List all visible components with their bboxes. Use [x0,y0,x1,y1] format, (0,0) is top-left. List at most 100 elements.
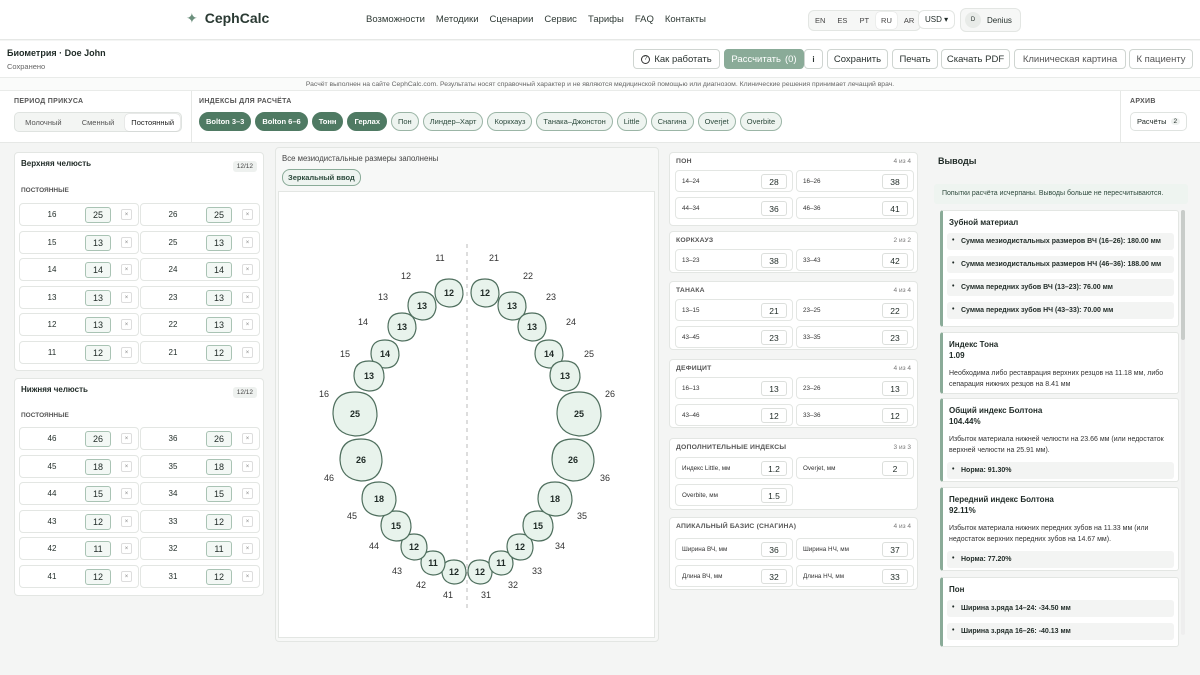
measurement-input[interactable]: 32 [761,569,787,584]
nav-service[interactable]: Сервис [544,14,577,25]
user-menu[interactable]: D Denius [960,8,1021,32]
index-chip[interactable]: Тонн [311,112,344,131]
clear-icon[interactable]: × [121,488,132,500]
clear-icon[interactable]: × [121,236,132,248]
period-permanent[interactable]: Постоянный [125,113,181,131]
nav-scenarios[interactable]: Сценарии [490,14,534,25]
nav-pricing[interactable]: Тарифы [588,14,624,25]
nav-features[interactable]: Возможности [366,14,425,25]
to-patient-button[interactable]: К пациенту [1129,49,1193,69]
tooth-size-input[interactable]: 15 [206,486,232,503]
measurement-input[interactable]: 28 [761,174,787,189]
measurement-input[interactable]: 22 [882,303,908,318]
measurement-input[interactable]: 38 [761,253,787,268]
clear-icon[interactable]: × [121,515,132,527]
clear-icon[interactable]: × [121,571,132,582]
tooth-size-input[interactable]: 12 [85,569,111,585]
nav-faq[interactable]: FAQ [635,14,654,25]
clear-icon[interactable]: × [242,571,253,582]
measurement-input[interactable]: 12 [761,408,787,423]
tooth-size-input[interactable]: 14 [85,262,111,279]
clear-icon[interactable]: × [242,433,253,444]
tooth-size-input[interactable]: 12 [85,345,111,361]
clear-icon[interactable]: × [121,291,132,303]
nav-methods[interactable]: Методики [436,14,479,25]
clear-icon[interactable]: × [242,236,253,248]
index-chip[interactable]: Bolton 3–3 [199,112,252,131]
archive-button[interactable]: Расчёты 2 [1130,112,1188,131]
measurement-input[interactable]: 13 [882,381,908,396]
tooth-size-input[interactable]: 13 [85,234,111,251]
measurement-input[interactable]: 13 [761,381,787,396]
tooth-size-input[interactable]: 13 [85,289,111,306]
measurement-input[interactable]: 21 [761,303,787,318]
clear-icon[interactable]: × [121,264,132,276]
info-button[interactable]: i [804,49,823,69]
measurement-input[interactable]: 1.2 [761,461,787,476]
tooth-size-input[interactable]: 15 [85,486,111,503]
clear-icon[interactable]: × [242,347,253,358]
clinical-picture-button[interactable]: Клиническая картина [1014,49,1126,69]
scrollbar-thumb[interactable] [1181,210,1185,340]
period-deciduous[interactable]: Молочный [16,114,71,131]
index-chip[interactable]: Overjet [697,112,736,131]
tooth-size-input[interactable]: 13 [206,234,232,251]
clear-icon[interactable]: × [242,543,253,555]
tooth-size-input[interactable]: 12 [206,513,232,530]
clear-icon[interactable]: × [242,209,253,220]
tooth-size-input[interactable]: 14 [206,262,232,279]
measurement-input[interactable]: 36 [761,201,787,216]
index-chip[interactable]: Пон [391,112,419,131]
tooth-size-input[interactable]: 12 [206,569,232,585]
calculate-button[interactable]: Рассчитать (0) [724,49,804,69]
tooth-size-input[interactable]: 12 [206,345,232,361]
index-chip[interactable]: Танака–Джонстон [536,112,613,131]
lang-es[interactable]: ES [832,12,852,29]
tooth-size-input[interactable]: 11 [206,541,232,558]
clear-icon[interactable]: × [242,515,253,527]
index-chip[interactable]: Линдер–Харт [422,112,484,131]
measurement-input[interactable]: 36 [761,542,787,557]
clear-icon[interactable]: × [242,264,253,276]
lang-ar[interactable]: AR [899,12,919,29]
tooth-size-input[interactable]: 25 [85,207,111,223]
tooth-size-input[interactable]: 26 [85,431,111,447]
mirror-input-toggle[interactable]: Зеркальный ввод [282,169,361,186]
tooth-size-input[interactable]: 26 [206,431,232,447]
currency-select[interactable]: USD ▾ [918,10,956,29]
tooth-size-input[interactable]: 18 [85,458,111,475]
clear-icon[interactable]: × [121,433,132,444]
clear-icon[interactable]: × [121,209,132,220]
clear-icon[interactable]: × [242,291,253,303]
tooth-size-input[interactable]: 11 [85,541,111,558]
tooth-size-input[interactable]: 25 [206,207,232,223]
tooth-size-input[interactable]: 13 [206,289,232,306]
measurement-input[interactable]: 23 [882,330,908,345]
tooth-size-input[interactable]: 13 [206,317,232,334]
download-pdf-button[interactable]: Скачать PDF [941,49,1010,69]
period-mixed[interactable]: Сменный [71,114,126,131]
index-chip[interactable]: Герлах [347,112,387,131]
clear-icon[interactable]: × [121,347,132,358]
measurement-input[interactable]: 1.5 [761,488,787,503]
clear-icon[interactable]: × [121,460,132,472]
print-button[interactable]: Печать [892,49,938,69]
measurement-input[interactable]: 37 [882,542,908,557]
index-chip[interactable]: Little [616,112,647,131]
measurement-input[interactable]: 2 [882,461,908,476]
clear-icon[interactable]: × [121,543,132,555]
clear-icon[interactable]: × [242,319,253,331]
index-chip[interactable]: Коркхауз [487,112,533,131]
index-chip[interactable]: Снагина [650,112,694,131]
lang-pt[interactable]: PT [854,12,874,29]
measurement-input[interactable]: 33 [882,569,908,584]
tooth-size-input[interactable]: 12 [85,513,111,530]
clear-icon[interactable]: × [121,319,132,331]
lang-ru[interactable]: RU [876,12,897,29]
save-button[interactable]: Сохранить [827,49,888,69]
logo[interactable]: ✦ CephCalc [186,10,269,26]
measurement-input[interactable]: 42 [882,253,908,268]
tooth-size-input[interactable]: 18 [206,458,232,475]
tooth-size-input[interactable]: 13 [85,317,111,334]
measurement-input[interactable]: 23 [761,330,787,345]
